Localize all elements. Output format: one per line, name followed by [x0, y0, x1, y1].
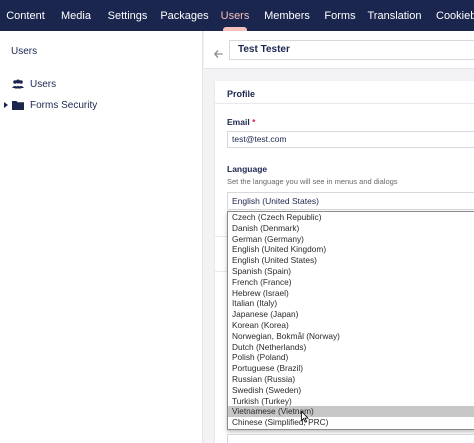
nav-translation[interactable]: Translation — [361, 0, 428, 31]
nav-media-label: Media — [61, 9, 91, 22]
nav-content-label: Content — [6, 9, 45, 22]
back-arrow-icon[interactable] — [213, 45, 223, 63]
email-field[interactable]: test@test.com — [227, 131, 474, 148]
language-description: Set the language you will see in menus a… — [227, 177, 398, 186]
language-option[interactable]: Hebrew (Israel) — [228, 288, 474, 299]
language-option[interactable]: Korean (Korea) — [228, 320, 474, 331]
required-mark: * — [252, 117, 256, 127]
language-option[interactable]: Spanish (Spain) — [228, 266, 474, 277]
users-icon — [12, 79, 24, 92]
email-label-text: Email — [227, 117, 250, 127]
language-option[interactable]: Norwegian, Bokmål (Norway) — [228, 331, 474, 342]
language-option[interactable]: English (United States) — [228, 255, 474, 266]
nav-media[interactable]: Media — [51, 0, 101, 31]
language-option[interactable]: Danish (Denmark) — [228, 223, 474, 234]
sidebar-item-forms-security[interactable]: Forms Security — [0, 96, 203, 114]
profile-title: Profile — [227, 89, 256, 99]
mouse-cursor-icon — [301, 410, 309, 428]
email-label: Email * — [227, 117, 255, 127]
nav-users-label: Users — [220, 9, 250, 22]
language-select[interactable]: English (United States) — [227, 192, 474, 210]
language-option[interactable]: Japanese (Japan) — [228, 309, 474, 320]
language-option[interactable]: Dutch (Netherlands) — [228, 342, 474, 353]
top-navigation: Content Media Settings Packages Users Me… — [0, 0, 474, 31]
language-option[interactable]: French (France) — [228, 277, 474, 288]
language-option[interactable]: Czech (Czech Republic) — [228, 212, 474, 223]
language-option[interactable]: Portuguese (Brazil) — [228, 363, 474, 374]
next-field-input[interactable] — [227, 434, 474, 443]
language-option[interactable]: Polish (Poland) — [228, 352, 474, 363]
language-option[interactable]: Italian (Italy) — [228, 298, 474, 309]
folder-icon — [12, 100, 24, 113]
editor-header: Test Tester — [204, 31, 474, 69]
language-label: Language — [227, 164, 268, 174]
nav-packages-label: Packages — [160, 9, 209, 22]
nav-cookiebot[interactable]: Cookieb — [428, 0, 474, 31]
nav-users[interactable]: Users — [215, 0, 255, 31]
sidebar-title: Users — [11, 46, 38, 57]
sidebar-item-forms-security-label: Forms Security — [30, 99, 98, 111]
language-option[interactable]: Swedish (Sweden) — [228, 385, 474, 396]
language-dropdown-list[interactable]: Czech (Czech Republic) Danish (Denmark) … — [227, 211, 474, 430]
sidebar-item-users-label: Users — [30, 78, 57, 90]
nav-members[interactable]: Members — [255, 0, 319, 31]
nav-cookiebot-label: Cookieb — [436, 9, 474, 22]
language-option[interactable]: Russian (Russia) — [228, 374, 474, 385]
user-name-input[interactable]: Test Tester — [229, 40, 474, 60]
language-option[interactable]: German (Germany) — [228, 234, 474, 245]
language-option-highlighted[interactable]: Vietnamese (Vietnam) — [228, 406, 474, 418]
sidebar-item-users[interactable]: Users — [0, 75, 203, 93]
expand-caret-icon[interactable] — [4, 102, 8, 108]
nav-translation-label: Translation — [367, 9, 422, 22]
nav-content[interactable]: Content — [0, 0, 51, 31]
language-option[interactable]: English (United Kingdom) — [228, 244, 474, 255]
nav-forms[interactable]: Forms — [319, 0, 361, 31]
sidebar: Users Users Forms Security — [0, 31, 203, 443]
nav-settings-label: Settings — [107, 9, 148, 22]
nav-settings[interactable]: Settings — [101, 0, 154, 31]
nav-members-label: Members — [264, 9, 310, 22]
language-option[interactable]: Chinese (Simplified, PRC) — [228, 417, 474, 428]
language-option[interactable]: Turkish (Turkey) — [228, 396, 474, 407]
nav-forms-label: Forms — [324, 9, 356, 22]
nav-packages[interactable]: Packages — [154, 0, 215, 31]
profile-header: Profile — [215, 81, 474, 104]
